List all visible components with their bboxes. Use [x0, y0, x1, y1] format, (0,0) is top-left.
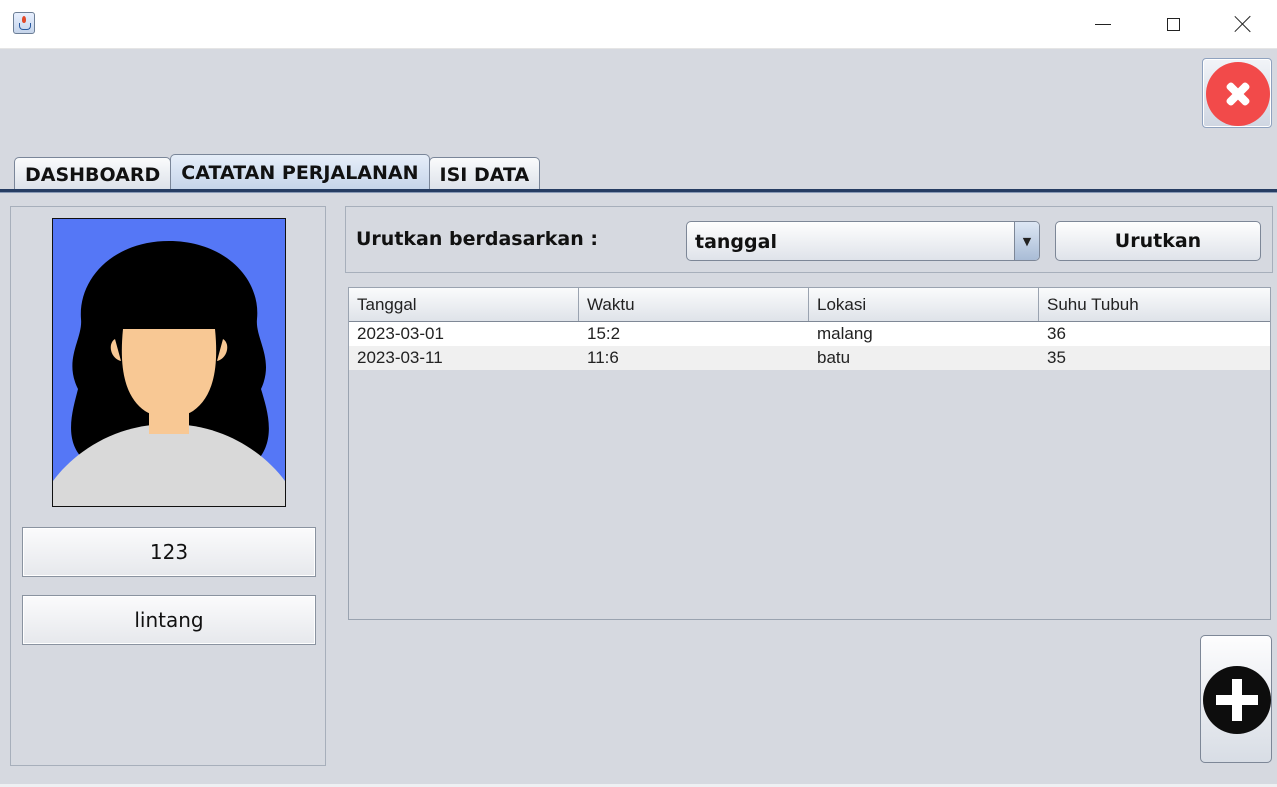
column-header-suhu-tubuh[interactable]: Suhu Tubuh	[1039, 288, 1270, 321]
window-titlebar	[0, 0, 1277, 49]
travel-log-table: Tanggal Waktu Lokasi Suhu Tubuh 2023-03-…	[348, 287, 1271, 620]
user-name-button[interactable]: lintang	[22, 595, 316, 645]
minimize-button[interactable]	[1080, 0, 1126, 48]
add-entry-button[interactable]	[1200, 635, 1272, 763]
cell-lokasi: batu	[817, 348, 851, 367]
dropdown-arrow-icon[interactable]: ▼	[1014, 222, 1039, 260]
cell-lokasi: malang	[817, 324, 873, 343]
avatar	[52, 218, 286, 507]
cell-suhu-tubuh: 36	[1047, 324, 1066, 343]
column-header-lokasi[interactable]: Lokasi	[809, 288, 1039, 321]
maximize-button[interactable]	[1150, 0, 1196, 48]
table-row[interactable]: 2023-03-01 15:2 malang 36	[349, 322, 1270, 346]
close-icon	[1234, 15, 1252, 33]
tab-isi-data[interactable]: ISI DATA	[428, 157, 541, 189]
cell-waktu: 11:6	[587, 348, 619, 367]
cell-tanggal: 2023-03-11	[357, 348, 443, 367]
exit-button[interactable]	[1202, 58, 1272, 128]
profile-panel: 123 lintang	[10, 206, 326, 766]
sort-button[interactable]: Urutkan	[1055, 221, 1261, 261]
table-row[interactable]: 2023-03-11 11:6 batu 35	[349, 346, 1270, 370]
column-header-waktu[interactable]: Waktu	[579, 288, 809, 321]
maximize-icon	[1166, 17, 1180, 31]
tab-catatan-perjalanan[interactable]: CATATAN PERJALANAN	[170, 154, 430, 189]
tab-divider	[0, 189, 1277, 193]
java-app-icon	[13, 12, 35, 34]
tab-dashboard[interactable]: DASHBOARD	[14, 157, 172, 189]
close-window-button[interactable]	[1220, 0, 1266, 48]
cell-suhu-tubuh: 35	[1047, 348, 1066, 367]
sort-label: Urutkan berdasarkan :	[356, 228, 598, 250]
user-id-button[interactable]: 123	[22, 527, 316, 577]
tab-bar: DASHBOARD CATATAN PERJALANAN ISI DATA	[14, 154, 541, 189]
sort-field-value: tanggal	[695, 231, 777, 253]
minimize-icon	[1095, 23, 1111, 25]
sort-field-select[interactable]: tanggal ▼	[686, 221, 1040, 261]
red-circle-x-icon	[1206, 62, 1270, 126]
woman-avatar-icon	[53, 219, 285, 506]
cell-waktu: 15:2	[587, 324, 621, 343]
table-header: Tanggal Waktu Lokasi Suhu Tubuh	[349, 288, 1270, 322]
sort-panel: Urutkan berdasarkan : tanggal ▼ Urutkan	[345, 206, 1273, 273]
plus-circle-icon	[1203, 666, 1271, 734]
column-header-tanggal[interactable]: Tanggal	[349, 288, 579, 321]
cell-tanggal: 2023-03-01	[357, 324, 444, 343]
